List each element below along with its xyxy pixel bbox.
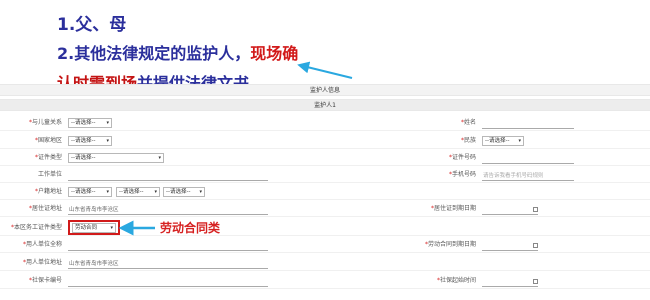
annotation-arrows xyxy=(118,61,353,236)
arrow-to-annotation-icon xyxy=(297,61,353,79)
